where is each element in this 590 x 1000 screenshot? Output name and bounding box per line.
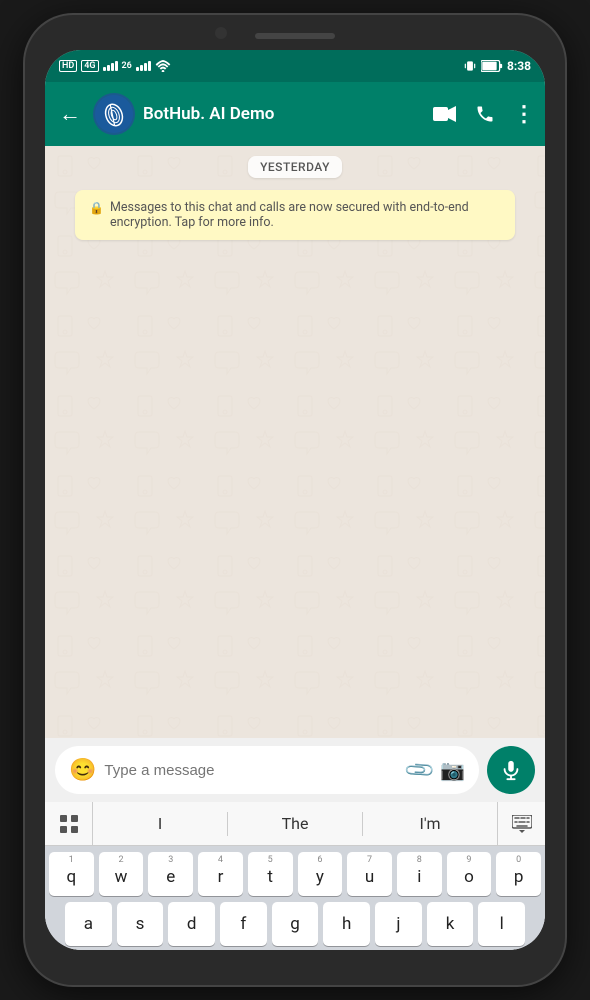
phone-camera bbox=[215, 27, 227, 39]
key-g[interactable]: g bbox=[272, 902, 319, 946]
wa-header: ← BotHub. AI Demo bbox=[45, 82, 545, 146]
contact-info[interactable]: BotHub. AI Demo bbox=[143, 104, 425, 124]
status-right: 8:38 bbox=[463, 59, 531, 73]
attach-icon[interactable]: 📎 bbox=[402, 753, 437, 788]
more-options-icon[interactable]: ⋮ bbox=[513, 102, 535, 127]
mic-icon bbox=[500, 759, 522, 781]
chat-area: YESTERDAY 🔒 Messages to this chat and ca… bbox=[45, 146, 545, 738]
key-l[interactable]: l bbox=[478, 902, 525, 946]
date-separator: YESTERDAY bbox=[248, 156, 342, 178]
chat-content: YESTERDAY 🔒 Messages to this chat and ca… bbox=[45, 146, 545, 254]
keyboard-rows: 1q 2w 3e 4r 5t 6y 7u 8i 9o 0p a s d f bbox=[45, 846, 545, 950]
vibrate-icon bbox=[463, 59, 477, 73]
key-q[interactable]: 1q bbox=[49, 852, 94, 896]
input-area: 😊 📎 📷 bbox=[45, 738, 545, 802]
key-f[interactable]: f bbox=[220, 902, 267, 946]
suggestion-i[interactable]: I bbox=[93, 814, 227, 833]
key-i[interactable]: 8i bbox=[397, 852, 442, 896]
mic-button[interactable] bbox=[487, 746, 535, 794]
back-button[interactable]: ← bbox=[55, 97, 85, 131]
status-left: HD 4G 26 bbox=[59, 60, 171, 72]
message-input[interactable] bbox=[104, 762, 399, 779]
lock-icon: 🔒 bbox=[89, 201, 104, 215]
signal-bar-2 bbox=[136, 61, 151, 71]
key-row-2: a s d f g h j k l bbox=[49, 902, 541, 946]
encryption-text: Messages to this chat and calls are now … bbox=[110, 200, 501, 230]
status-bar: HD 4G 26 bbox=[45, 50, 545, 82]
signal-bar-1 bbox=[103, 61, 118, 71]
keyboard-grid-icon[interactable] bbox=[45, 802, 93, 845]
suggestion-im[interactable]: I'm bbox=[363, 814, 497, 833]
phone-call-icon[interactable] bbox=[475, 104, 495, 124]
key-w[interactable]: 2w bbox=[99, 852, 144, 896]
key-t[interactable]: 5t bbox=[248, 852, 293, 896]
key-h[interactable]: h bbox=[323, 902, 370, 946]
avatar-logo bbox=[95, 95, 133, 133]
suggestion-the[interactable]: The bbox=[228, 814, 362, 833]
key-a[interactable]: a bbox=[65, 902, 112, 946]
network-indicator: 26 bbox=[122, 61, 132, 71]
contact-avatar[interactable] bbox=[93, 93, 135, 135]
emoji-button[interactable]: 😊 bbox=[69, 758, 96, 783]
camera-icon[interactable]: 📷 bbox=[440, 758, 465, 782]
phone-speaker bbox=[255, 33, 335, 39]
message-input-box[interactable]: 😊 📎 📷 bbox=[55, 746, 479, 794]
hide-keyboard-button[interactable] bbox=[497, 802, 545, 845]
header-icons: ⋮ bbox=[433, 102, 535, 127]
video-call-icon[interactable] bbox=[433, 105, 457, 123]
key-row-1: 1q 2w 3e 4r 5t 6y 7u 8i 9o 0p bbox=[49, 852, 541, 896]
contact-name: BotHub. AI Demo bbox=[143, 104, 425, 124]
key-u[interactable]: 7u bbox=[347, 852, 392, 896]
key-s[interactable]: s bbox=[117, 902, 164, 946]
keyboard-suggestions-bar: I The I'm bbox=[45, 802, 545, 846]
wifi-icon bbox=[155, 60, 171, 72]
hd-indicator: HD bbox=[59, 60, 77, 72]
key-d[interactable]: d bbox=[168, 902, 215, 946]
battery-icon bbox=[481, 60, 503, 72]
key-j[interactable]: j bbox=[375, 902, 422, 946]
encryption-notice[interactable]: 🔒 Messages to this chat and calls are no… bbox=[75, 190, 515, 240]
key-e[interactable]: 3e bbox=[148, 852, 193, 896]
phone-frame: HD 4G 26 bbox=[25, 15, 565, 985]
key-o[interactable]: 9o bbox=[447, 852, 492, 896]
keyboard-area: I The I'm bbox=[45, 802, 545, 950]
key-p[interactable]: 0p bbox=[496, 852, 541, 896]
4g-indicator: 4G bbox=[81, 60, 98, 72]
key-y[interactable]: 6y bbox=[298, 852, 343, 896]
phone-screen: HD 4G 26 bbox=[45, 50, 545, 950]
key-k[interactable]: k bbox=[427, 902, 474, 946]
time-display: 8:38 bbox=[507, 59, 531, 73]
key-r[interactable]: 4r bbox=[198, 852, 243, 896]
